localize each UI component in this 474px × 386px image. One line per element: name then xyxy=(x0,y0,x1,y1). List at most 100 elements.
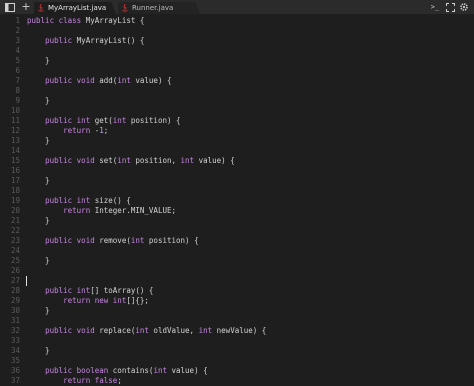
tab-myarraylist[interactable]: MyArrayList.java xyxy=(34,2,116,14)
code-line[interactable]: 18 xyxy=(0,186,474,196)
code-keyword: void xyxy=(76,236,95,245)
code-line[interactable]: 19 public int size() { xyxy=(0,196,474,206)
sidebar-toggle-icon[interactable] xyxy=(3,1,17,13)
code-token: Integer.MIN_VALUE; xyxy=(90,206,177,215)
code-keyword: int xyxy=(198,326,213,335)
line-number: 31 xyxy=(10,316,20,325)
code-line[interactable]: 23 public void remove(int position) { xyxy=(0,236,474,246)
code-line[interactable]: 37 return false; xyxy=(0,376,474,386)
code-text: } xyxy=(27,256,50,266)
line-number: 4 xyxy=(15,46,20,55)
line-number: 22 xyxy=(10,226,20,235)
code-line[interactable]: 2 xyxy=(0,26,474,36)
code-text: public MyArrayList() { xyxy=(27,36,144,46)
line-number: 30 xyxy=(10,306,20,315)
code-line[interactable]: 34 } xyxy=(0,346,474,356)
code-token: ; xyxy=(103,126,109,135)
code-line[interactable]: 8 xyxy=(0,86,474,96)
code-keyword: false xyxy=(94,376,118,385)
code-line[interactable]: 16 xyxy=(0,166,474,176)
code-line[interactable]: 29 return new int[]{}; xyxy=(0,296,474,306)
code-line[interactable]: 31 xyxy=(0,316,474,326)
code-token: value) { xyxy=(130,76,172,85)
code-text: public void remove(int position) { xyxy=(27,236,199,246)
code-line[interactable]: 25 } xyxy=(0,256,474,266)
code-line[interactable]: 28 public int[] toArray() { xyxy=(0,286,474,296)
code-token: add( xyxy=(94,76,118,85)
line-number: 25 xyxy=(10,256,20,265)
code-line[interactable]: 33 xyxy=(0,336,474,346)
code-keyword: public xyxy=(45,76,73,85)
line-number: 19 xyxy=(10,196,20,205)
code-line[interactable]: 36 public boolean contains(int value) { xyxy=(0,366,474,376)
code-text: } xyxy=(27,56,50,66)
code-line[interactable]: 1 public class MyArrayList { xyxy=(0,16,474,26)
code-text: } xyxy=(27,306,50,316)
code-keyword: int xyxy=(112,116,127,125)
line-number: 34 xyxy=(10,346,20,355)
code-keyword: public xyxy=(45,366,73,375)
code-line[interactable]: 35 xyxy=(0,356,474,366)
code-editor[interactable]: 1 public class MyArrayList {2 3 public MyA… xyxy=(0,14,474,385)
code-token: position, xyxy=(130,156,181,165)
code-line[interactable]: 14 xyxy=(0,146,474,156)
line-number: 29 xyxy=(10,296,20,305)
code-line[interactable]: 10 xyxy=(0,106,474,116)
code-token: set( xyxy=(94,156,118,165)
code-line[interactable]: 5 } xyxy=(0,56,474,66)
code-keyword: int xyxy=(130,236,145,245)
code-line[interactable]: 17 } xyxy=(0,176,474,186)
line-number: 11 xyxy=(10,116,20,125)
code-line[interactable]: 3 public MyArrayList() { xyxy=(0,36,474,46)
code-keyword: int xyxy=(135,326,149,335)
code-line[interactable]: 22 xyxy=(0,226,474,236)
code-line[interactable]: 21 } xyxy=(0,216,474,226)
tab-bar: + MyArrayList.java Runner.java >_ xyxy=(0,0,474,14)
fullscreen-glyph xyxy=(445,3,455,12)
line-number: 18 xyxy=(10,186,20,195)
code-line[interactable]: 9 } xyxy=(0,96,474,106)
code-token: contains( xyxy=(108,366,154,375)
code-keyword: int xyxy=(76,286,91,295)
code-line[interactable]: 20 return Integer.MIN_VALUE; xyxy=(0,206,474,216)
code-line[interactable]: 12 return -1; xyxy=(0,126,474,136)
code-keyword: public xyxy=(45,116,73,125)
code-line[interactable]: 6 xyxy=(0,66,474,76)
code-token: MyArrayList() { xyxy=(72,36,145,45)
code-line[interactable]: 7 public void add(int value) { xyxy=(0,76,474,86)
code-text: public boolean contains(int value) { xyxy=(27,366,208,376)
code-line[interactable]: 15 public void set(int position, int val… xyxy=(0,156,474,166)
code-token: remove( xyxy=(94,236,131,245)
code-token: position) { xyxy=(144,236,199,245)
line-number: 3 xyxy=(15,36,20,45)
code-line[interactable]: 24 xyxy=(0,246,474,256)
code-token: ; xyxy=(117,376,122,385)
code-line[interactable]: 26 xyxy=(0,266,474,276)
code-line[interactable]: 11 public int get(int position) { xyxy=(0,116,474,126)
code-text: } xyxy=(27,96,50,106)
code-token: [] toArray() { xyxy=(90,286,154,295)
code-keyword: void xyxy=(76,76,95,85)
new-tab-button[interactable]: + xyxy=(19,1,33,13)
code-line[interactable]: 27 xyxy=(0,276,474,286)
code-keyword: int xyxy=(112,296,127,305)
code-line[interactable]: 13 } xyxy=(0,136,474,146)
code-line[interactable]: 30 } xyxy=(0,306,474,316)
line-number: 13 xyxy=(10,136,20,145)
settings-icon[interactable] xyxy=(457,1,471,13)
code-keyword: new xyxy=(94,296,109,305)
code-line[interactable]: 4 xyxy=(0,46,474,56)
terminal-icon[interactable]: >_ xyxy=(428,1,442,13)
tab-runner[interactable]: Runner.java xyxy=(118,2,200,14)
code-line[interactable]: 32 public void replace(int oldValue, int… xyxy=(0,326,474,336)
fullscreen-icon[interactable] xyxy=(443,1,457,13)
line-number: 14 xyxy=(10,146,20,155)
line-number: 36 xyxy=(10,366,20,375)
code-token: value) { xyxy=(194,156,235,165)
line-number: 21 xyxy=(10,216,20,225)
code-token: } xyxy=(27,216,50,225)
